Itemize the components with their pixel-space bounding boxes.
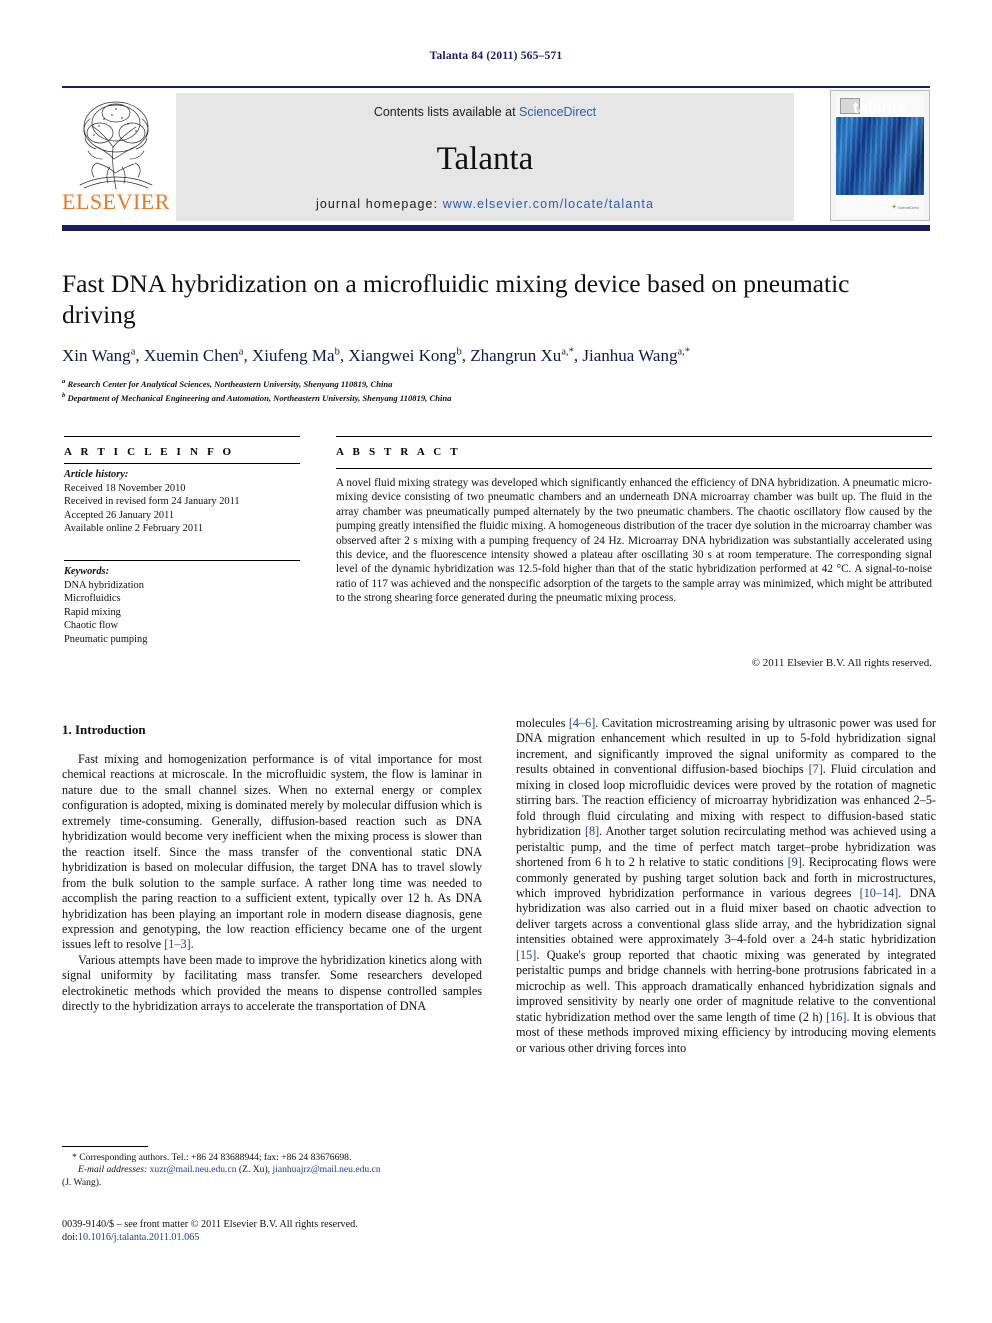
doi-link[interactable]: 10.1016/j.talanta.2011.01.065 bbox=[78, 1232, 200, 1243]
doi-label: doi: bbox=[62, 1232, 78, 1244]
citation-link[interactable]: [15] bbox=[516, 948, 536, 962]
article-history-label: Article history: bbox=[64, 469, 129, 480]
history-item: Received in revised form 24 January 2011 bbox=[64, 496, 240, 508]
affiliation-list: a Research Center for Analytical Science… bbox=[62, 376, 762, 405]
author-list: Xin Wanga, Xuemin Chena, Xiufeng Mab, Xi… bbox=[62, 346, 691, 365]
citation-link[interactable]: [1–3] bbox=[164, 937, 190, 951]
article-info-heading: A R T I C L E I N F O bbox=[64, 446, 235, 458]
contents-prefix: Contents lists available at bbox=[373, 105, 520, 119]
body-column-right: molecules [4–6]. Cavitation microstreami… bbox=[516, 716, 936, 1056]
info-rule-top bbox=[64, 436, 300, 437]
citation-link[interactable]: [7] bbox=[809, 762, 823, 776]
citation-link[interactable]: [4–6] bbox=[569, 716, 595, 730]
email-link-2[interactable]: jianhuajrz@mail.neu.edu.cn bbox=[272, 1164, 380, 1175]
history-item: Accepted 26 January 2011 bbox=[64, 509, 175, 521]
history-item: Available online 2 February 2011 bbox=[64, 523, 204, 535]
affiliation-a-text: Research Center for Analytical Sciences,… bbox=[67, 378, 393, 389]
keyword-item: DNA hybridization bbox=[64, 579, 144, 591]
contents-available-line: Contents lists available at ScienceDirec… bbox=[176, 105, 794, 119]
paragraph: Various attempts have been made to impro… bbox=[62, 952, 482, 1014]
section-heading-introduction: 1. Introduction bbox=[62, 722, 146, 737]
abstract-text: A novel fluid mixing strategy was develo… bbox=[336, 477, 932, 605]
masthead-bottom-rule bbox=[62, 225, 930, 231]
affiliation-a: a Research Center for Analytical Science… bbox=[62, 378, 393, 389]
running-head: Talanta 84 (2011) 565–571 bbox=[429, 50, 563, 62]
email-link-1[interactable]: xuzr@mail.neu.edu.cn bbox=[150, 1164, 237, 1175]
abstract-heading: A B S T R A C T bbox=[336, 446, 461, 458]
homepage-prefix: journal homepage: bbox=[315, 197, 443, 211]
email-note: E-mail addresses: xuzr@mail.neu.edu.cn (… bbox=[62, 1164, 492, 1176]
history-item: Received 18 November 2010 bbox=[64, 482, 186, 494]
keyword-item: Rapid mixing bbox=[64, 606, 121, 618]
sciencedirect-link[interactable]: ScienceDirect bbox=[519, 105, 596, 119]
journal-masthead: ELSEVIER Contents lists available at Sci… bbox=[62, 86, 930, 231]
keyword-item: Pneumatic pumping bbox=[64, 633, 148, 645]
elsevier-logo: ELSEVIER bbox=[62, 93, 170, 221]
body-column-left: Fast mixing and homogenization performan… bbox=[62, 752, 482, 1015]
article-info-column: Article history: Received 18 November 20… bbox=[64, 468, 300, 647]
citation-link[interactable]: [10–14] bbox=[860, 886, 899, 900]
footnote-block: * Corresponding authors. Tel.: +86 24 83… bbox=[62, 1152, 492, 1189]
citation-link[interactable]: [9] bbox=[788, 855, 802, 869]
cover-inner: talanta ✦ ScienceDirect bbox=[836, 95, 924, 217]
keyword-item: Microfluidics bbox=[64, 593, 121, 605]
paper-title: Fast DNA hybridization on a microfluidic… bbox=[62, 269, 850, 329]
abstract-copyright: © 2011 Elsevier B.V. All rights reserved… bbox=[751, 657, 932, 669]
masthead-top-rule bbox=[62, 86, 930, 88]
paper-page: Talanta 84 (2011) 565–571 ELSEVIER Conte… bbox=[0, 0, 992, 1323]
sciencedirect-leaf-icon: ✦ bbox=[891, 204, 898, 212]
keywords-label: Keywords: bbox=[64, 565, 110, 577]
journal-band: Contents lists available at ScienceDirec… bbox=[176, 93, 794, 221]
cover-journal-wordmark: talanta bbox=[853, 100, 907, 117]
journal-homepage-link[interactable]: www.elsevier.com/locate/talanta bbox=[443, 197, 654, 211]
cover-footer-note: ✦ ScienceDirect bbox=[891, 204, 919, 212]
elsevier-tree-icon bbox=[79, 101, 153, 190]
journal-homepage-line: journal homepage: www.elsevier.com/locat… bbox=[176, 197, 794, 211]
email-owner-1: (Z. Xu), bbox=[238, 1164, 271, 1176]
abstract-rule-mid bbox=[336, 468, 932, 469]
footnote-rule bbox=[62, 1146, 148, 1147]
abstract-rule-top bbox=[336, 436, 932, 437]
citation-link[interactable]: [16] bbox=[826, 1010, 846, 1024]
cover-artwork bbox=[836, 117, 924, 195]
elsevier-wordmark: ELSEVIER bbox=[62, 189, 170, 214]
paragraph: molecules [4–6]. Cavitation microstreami… bbox=[516, 716, 937, 1055]
info-rule-mid bbox=[64, 463, 300, 464]
journal-cover-thumbnail: talanta ✦ ScienceDirect bbox=[830, 90, 930, 221]
issn-line: 0039-9140/$ – see front matter © 2011 El… bbox=[62, 1219, 358, 1230]
journal-title: Talanta bbox=[436, 141, 534, 177]
affiliation-b-text: Department of Mechanical Engineering and… bbox=[67, 393, 452, 404]
email-label: E-mail addresses: bbox=[78, 1164, 148, 1176]
imprint-block: 0039-9140/$ – see front matter © 2011 El… bbox=[62, 1218, 512, 1245]
keyword-item: Chaotic flow bbox=[64, 620, 118, 632]
paragraph: Fast mixing and homogenization performan… bbox=[62, 752, 482, 952]
corresponding-author-note: * Corresponding authors. Tel.: +86 24 83… bbox=[72, 1152, 352, 1163]
citation-link[interactable]: [8] bbox=[585, 824, 599, 838]
affiliation-b: b Department of Mechanical Engineering a… bbox=[62, 392, 452, 404]
doi-line: doi:10.1016/j.talanta.2011.01.065 bbox=[62, 1231, 512, 1244]
email-owner-2: (J. Wang). bbox=[62, 1176, 102, 1188]
